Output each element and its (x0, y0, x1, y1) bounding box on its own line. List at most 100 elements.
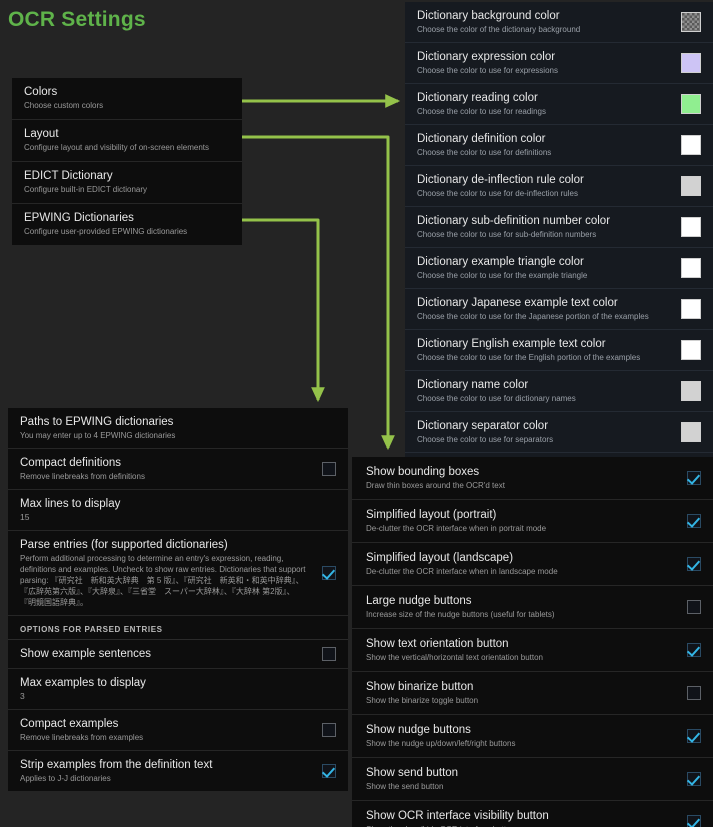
menu-item-subtitle: Configure layout and visibility of on-sc… (24, 143, 209, 152)
layout-setting-row[interactable]: Simplified layout (portrait) De-clutter t… (352, 500, 713, 543)
epwing-setting-row[interactable]: Parse entries (for supported dictionarie… (8, 531, 348, 616)
layout-setting-row[interactable]: Show binarize button Show the binarize to… (352, 672, 713, 715)
epwing-setting-row[interactable]: Paths to EPWING dictionaries You may ente… (8, 408, 348, 449)
menu-item-colors[interactable]: Colors Choose custom colors (12, 78, 242, 120)
color-setting-row[interactable]: Dictionary definition color Choose the co… (405, 125, 713, 166)
color-setting-subtitle: Choose the color to use for definitions (417, 148, 552, 157)
epwing-setting-row[interactable]: Show example sentences (8, 640, 348, 669)
layout-setting-subtitle: De-clutter the OCR interface when in lan… (366, 567, 558, 576)
menu-item-epwing-dictionaries[interactable]: EPWING Dictionaries Configure user-provid… (12, 204, 242, 245)
layout-setting-checkbox[interactable] (687, 686, 701, 700)
layout-setting-subtitle: Show the binarize toggle button (366, 696, 479, 705)
layout-setting-checkbox[interactable] (687, 471, 701, 485)
color-setting-row[interactable]: Dictionary example triangle color Choose … (405, 248, 713, 289)
layout-setting-checkbox[interactable] (687, 557, 701, 571)
layout-setting-checkbox[interactable] (687, 600, 701, 614)
layout-setting-row[interactable]: Show text orientation button Show the ver… (352, 629, 713, 672)
menu-item-subtitle: Configure user-provided EPWING dictionar… (24, 227, 188, 236)
layout-setting-checkbox[interactable] (687, 729, 701, 743)
epwing-setting-row[interactable]: Compact examples Remove linebreaks from e… (8, 710, 348, 751)
epwing-setting-title: Compact examples (20, 718, 119, 730)
color-setting-subtitle: Choose the color to use for de-inflectio… (417, 189, 578, 198)
color-swatch[interactable] (681, 12, 701, 32)
color-setting-row[interactable]: Dictionary Japanese example text color Ch… (405, 289, 713, 330)
color-setting-row[interactable]: Dictionary reading color Choose the color… (405, 84, 713, 125)
layout-setting-title: Show send button (366, 767, 459, 779)
color-setting-row[interactable]: Dictionary expression color Choose the co… (405, 43, 713, 84)
layout-settings-panel: Show bounding boxes Draw thin boxes aroun… (352, 457, 713, 827)
layout-setting-row[interactable]: Show send button Show the send button (352, 758, 713, 801)
epwing-setting-row[interactable]: Strip examples from the definition text A… (8, 751, 348, 791)
layout-setting-row[interactable]: Show bounding boxes Draw thin boxes aroun… (352, 457, 713, 500)
layout-setting-title: Show text orientation button (366, 638, 509, 650)
color-setting-title: Dictionary example triangle color (417, 256, 584, 268)
color-setting-title: Dictionary separator color (417, 420, 549, 432)
epwing-setting-row[interactable]: Compact definitions Remove linebreaks fro… (8, 449, 348, 490)
color-swatch[interactable] (681, 217, 701, 237)
layout-setting-title: Show nudge buttons (366, 724, 471, 736)
color-setting-title: Dictionary sub-definition number color (417, 215, 611, 227)
epwing-setting-value: 15 (20, 512, 30, 522)
menu-item-title: EDICT Dictionary (24, 170, 113, 182)
layout-setting-checkbox[interactable] (687, 643, 701, 657)
layout-setting-checkbox[interactable] (687, 815, 701, 827)
menu-item-subtitle: Configure built-in EDICT dictionary (24, 185, 148, 194)
epwing-setting-title: Parse entries (for supported dictionarie… (20, 539, 228, 551)
color-swatch[interactable] (681, 299, 701, 319)
color-setting-title: Dictionary definition color (417, 133, 546, 145)
color-swatch[interactable] (681, 258, 701, 278)
layout-setting-subtitle: Show the nudge up/down/left/right button… (366, 739, 516, 748)
layout-setting-row[interactable]: Show OCR interface visibility buttonShow… (352, 801, 713, 827)
color-swatch[interactable] (681, 176, 701, 196)
epwing-setting-checkbox[interactable] (322, 723, 336, 737)
color-setting-title: Dictionary reading color (417, 92, 538, 104)
epwing-setting-checkbox[interactable] (322, 566, 336, 580)
epwing-setting-title: Max lines to display (20, 498, 121, 510)
color-setting-row[interactable]: Dictionary name color Choose the color to… (405, 371, 713, 412)
layout-setting-row[interactable]: Show nudge buttons Show the nudge up/down… (352, 715, 713, 758)
color-swatch[interactable] (681, 422, 701, 442)
color-setting-title: Dictionary name color (417, 379, 529, 391)
epwing-setting-title: Show example sentences (20, 648, 152, 660)
epwing-setting-row[interactable]: Max lines to display 15 (8, 490, 348, 531)
color-setting-subtitle: Choose the color to use for dictionary n… (417, 394, 576, 403)
color-swatch[interactable] (681, 53, 701, 73)
layout-setting-title: Simplified layout (landscape) (366, 552, 514, 564)
color-setting-row[interactable]: Dictionary background color Choose the co… (405, 2, 713, 43)
menu-item-title: Colors (24, 86, 58, 98)
layout-setting-row[interactable]: Large nudge buttons Increase size of the … (352, 586, 713, 629)
color-setting-row[interactable]: Dictionary de-inflection rule color Choos… (405, 166, 713, 207)
epwing-setting-title: Max examples to display (20, 677, 146, 689)
layout-setting-title: Simplified layout (portrait) (366, 509, 497, 521)
color-setting-row[interactable]: Dictionary English example text color Cho… (405, 330, 713, 371)
color-setting-subtitle: Choose the color to use for the English … (417, 353, 641, 362)
color-swatch[interactable] (681, 381, 701, 401)
layout-setting-subtitle: Draw thin boxes around the OCR'd text (366, 481, 505, 490)
menu-item-edict-dictionary[interactable]: EDICT Dictionary Configure built-in EDICT… (12, 162, 242, 204)
layout-setting-subtitle: De-clutter the OCR interface when in por… (366, 524, 547, 533)
layout-setting-checkbox[interactable] (687, 772, 701, 786)
layout-setting-checkbox[interactable] (687, 514, 701, 528)
arrow-epwing-to-epwing-panel (242, 218, 325, 403)
layout-setting-subtitle: Increase size of the nudge buttons (usef… (366, 610, 555, 619)
epwing-setting-subtitle: Perform additional processing to determi… (20, 554, 306, 607)
color-setting-row[interactable]: Dictionary separator color Choose the col… (405, 412, 713, 453)
menu-item-title: Layout (24, 128, 59, 140)
epwing-setting-checkbox[interactable] (322, 764, 336, 778)
epwing-setting-row[interactable]: Max examples to display 3 (8, 669, 348, 710)
menu-item-layout[interactable]: Layout Configure layout and visibility of… (12, 120, 242, 162)
arrow-layout-to-layout-panel (242, 135, 395, 451)
color-setting-row[interactable]: Dictionary sub-definition number color Ch… (405, 207, 713, 248)
color-swatch[interactable] (681, 340, 701, 360)
color-swatch[interactable] (681, 135, 701, 155)
screenshot-root: OCR Settings Colors Choose custom colors L… (0, 0, 713, 827)
menu-item-title: EPWING Dictionaries (24, 212, 134, 224)
epwing-setting-checkbox[interactable] (322, 462, 336, 476)
color-setting-subtitle: Choose the color to use for readings (417, 107, 546, 116)
color-setting-title: Dictionary Japanese example text color (417, 297, 618, 309)
epwing-setting-checkbox[interactable] (322, 647, 336, 661)
color-setting-subtitle: Choose the color of the dictionary backg… (417, 25, 581, 34)
layout-setting-row[interactable]: Simplified layout (landscape) De-clutter … (352, 543, 713, 586)
color-swatch[interactable] (681, 94, 701, 114)
layout-setting-title: Large nudge buttons (366, 595, 472, 607)
